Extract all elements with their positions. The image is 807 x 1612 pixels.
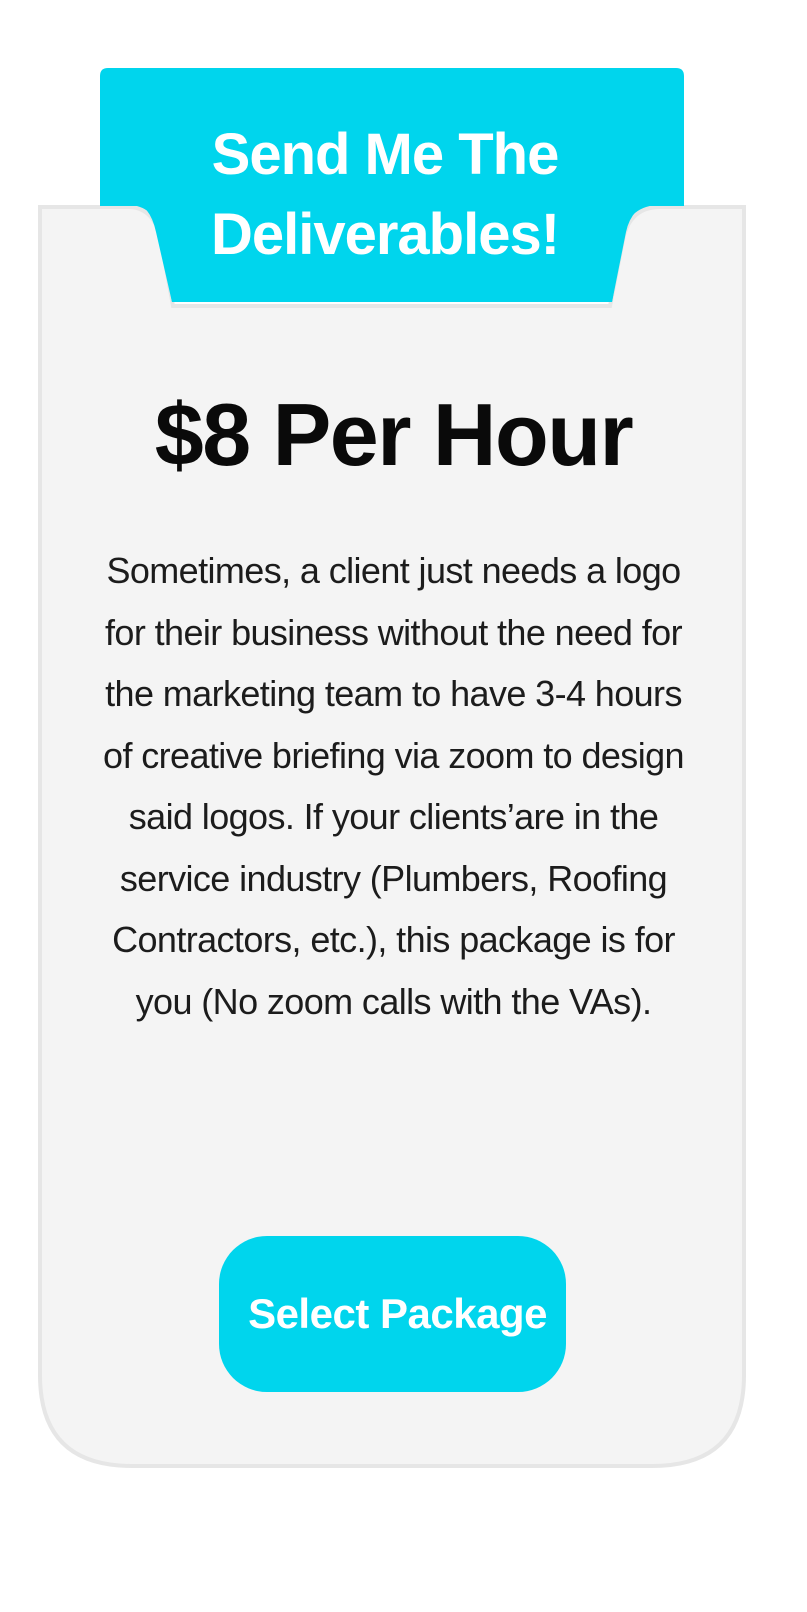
- package-tab-title-line-1: Send Me The: [211, 122, 560, 187]
- package-price: $8 Per Hour: [154, 385, 634, 484]
- package-description: Sometimes, a client just needs a logo fo…: [103, 550, 685, 1022]
- select-package-button[interactable]: Select Package: [219, 1236, 566, 1392]
- package-tab-title-line-2: Deliverables!: [210, 202, 560, 267]
- package-tab-title: Send Me The Deliverables!: [130, 115, 640, 275]
